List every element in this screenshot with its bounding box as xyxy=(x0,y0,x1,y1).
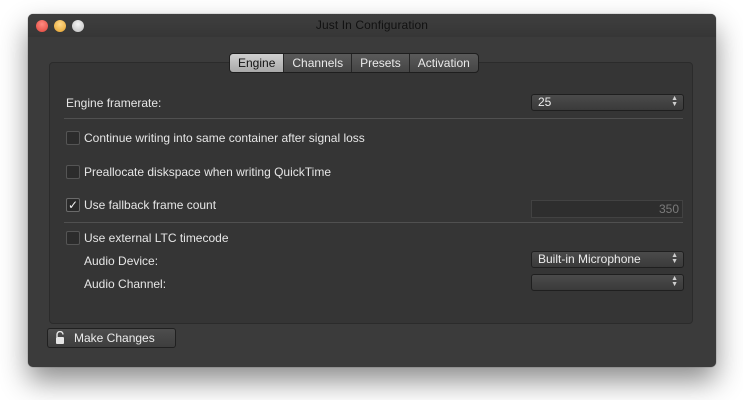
external-ltc-label: Use external LTC timecode xyxy=(84,231,229,245)
title-bar: Just In Configuration xyxy=(28,14,716,37)
tab-activation[interactable]: Activation xyxy=(408,54,478,72)
engine-framerate-label: Engine framerate: xyxy=(66,96,162,110)
continue-writing-checkbox[interactable] xyxy=(66,131,80,145)
separator xyxy=(64,118,683,119)
configuration-window: Just In Configuration Engine Channels Pr… xyxy=(28,14,716,367)
make-changes-label: Make Changes xyxy=(74,331,155,345)
tab-channels[interactable]: Channels xyxy=(283,54,351,72)
select-arrows-icon: ▲ ▼ xyxy=(671,252,678,265)
audio-channel-select[interactable]: ▲ ▼ xyxy=(531,274,684,291)
make-changes-button[interactable]: Make Changes xyxy=(47,328,176,348)
tab-bar: Engine Channels Presets Activation xyxy=(229,53,479,73)
unlocked-padlock-icon xyxy=(56,331,64,344)
select-arrows-icon: ▲ ▼ xyxy=(671,275,678,288)
window-title: Just In Configuration xyxy=(315,18,429,32)
fallback-frame-count-field[interactable]: 350 xyxy=(531,200,683,218)
engine-framerate-select[interactable]: 25 ▲ ▼ xyxy=(531,94,684,111)
fallback-frame-count-checkbox[interactable]: ✓ xyxy=(66,198,80,212)
separator xyxy=(64,222,683,223)
external-ltc-checkbox[interactable] xyxy=(66,231,80,245)
audio-device-label: Audio Device: xyxy=(84,254,159,268)
check-icon: ✓ xyxy=(67,198,79,212)
continue-writing-label: Continue writing into same container aft… xyxy=(84,131,365,145)
tab-engine[interactable]: Engine xyxy=(230,54,284,72)
tab-presets[interactable]: Presets xyxy=(351,54,409,72)
engine-framerate-value: 25 xyxy=(538,95,552,109)
audio-device-select[interactable]: Built-in Microphone ▲ ▼ xyxy=(531,251,684,268)
preallocate-checkbox[interactable] xyxy=(66,165,80,179)
fallback-frame-count-label: Use fallback frame count xyxy=(84,198,217,212)
preallocate-label: Preallocate diskspace when writing Quick… xyxy=(84,165,331,179)
select-arrows-icon: ▲ ▼ xyxy=(671,95,678,108)
audio-channel-label: Audio Channel: xyxy=(84,277,167,291)
audio-device-value: Built-in Microphone xyxy=(538,252,641,266)
